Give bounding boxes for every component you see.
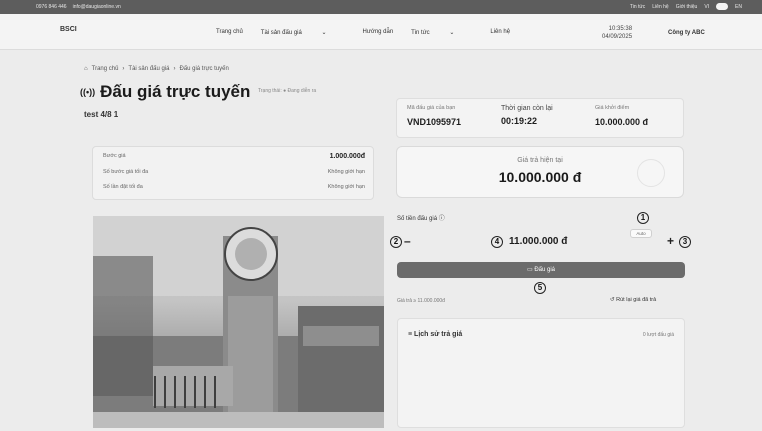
topbar-link-about[interactable]: Giới thiệu bbox=[676, 4, 698, 10]
bid-amount-label-text: Số tiền đấu giá bbox=[397, 216, 438, 222]
max-step-label: Số bước giá tối đa bbox=[103, 169, 149, 175]
language-toggle[interactable] bbox=[716, 3, 729, 10]
bid-amount-label: Số tiền đấu giá ⓘ bbox=[397, 213, 445, 222]
nav-news-label: Tin tức bbox=[411, 30, 430, 36]
home-icon: ⌂ bbox=[84, 66, 88, 72]
clock-watermark-icon bbox=[637, 159, 665, 187]
asset-photo[interactable] bbox=[93, 216, 384, 428]
bid-amount-value[interactable]: 11.000.000 đ bbox=[509, 236, 567, 247]
header-clock: 10:35:38 04/09/2025 bbox=[602, 25, 632, 41]
max-bids-label: Số lần đặt tối đa bbox=[103, 184, 143, 190]
site-logo[interactable]: BSCI bbox=[60, 26, 82, 38]
bid-code-label: Mã đấu giá của bạn bbox=[407, 105, 456, 111]
lang-en-toggle[interactable]: EN bbox=[735, 4, 742, 10]
live-signal-icon: ((•)) bbox=[80, 87, 96, 97]
step-value: 1.000.000đ bbox=[329, 153, 365, 160]
max-step-value: Không giới hạn bbox=[327, 169, 365, 175]
undo-icon: ↺ bbox=[610, 297, 615, 303]
annotation-marker-1: 1 bbox=[637, 212, 649, 224]
nav-home[interactable]: Trang chủ bbox=[216, 29, 243, 36]
chevron-right-icon: › bbox=[122, 66, 125, 72]
status-dot-icon: ● bbox=[283, 88, 287, 94]
rule-row-step: Bước giá 1.000.000đ bbox=[103, 153, 365, 160]
breadcrumb-assets[interactable]: Tài sản đấu giá bbox=[128, 66, 169, 72]
info-icon[interactable]: ⓘ bbox=[439, 216, 445, 222]
bid-history-count: 0 lượt đấu giá bbox=[642, 332, 674, 338]
lang-vi-toggle[interactable]: VI bbox=[704, 4, 709, 10]
status-value: Đang diễn ra bbox=[287, 88, 317, 94]
clock-time: 10:35:38 bbox=[608, 26, 633, 32]
breadcrumb: ⌂ Trang chủ › Tài sản đấu giá › Đấu giá … bbox=[84, 66, 229, 72]
clock-date: 04/09/2025 bbox=[602, 34, 633, 40]
chevron-right-icon: › bbox=[173, 66, 176, 72]
asset-name: test 4/8 1 bbox=[84, 110, 119, 119]
list-icon: ≡ bbox=[408, 331, 413, 338]
bid-history-title: ≡ Lịch sử trả giá bbox=[408, 331, 462, 338]
top-utility-bar: 0976 846 446 info@daugiaonline.vn Tin tứ… bbox=[0, 0, 762, 14]
bid-code-value: VND1095971 bbox=[407, 117, 462, 127]
rule-row-max-bids: Số lần đặt tối đa Không giới hạn bbox=[103, 184, 365, 190]
step-label: Bước giá bbox=[103, 153, 126, 159]
gavel-icon: ▭ bbox=[526, 267, 533, 273]
nav-guide[interactable]: Hướng dẫn bbox=[363, 29, 394, 36]
page-title-text: Đấu giá trực tuyến bbox=[100, 82, 251, 101]
annotation-marker-2: 2 bbox=[390, 236, 402, 248]
page-title: ((•)) Đấu giá trực tuyến bbox=[80, 82, 250, 102]
time-left-value: 00:19:22 bbox=[501, 116, 538, 126]
place-bid-button[interactable]: ▭ Đấu giá bbox=[397, 262, 685, 278]
chevron-down-icon: ⌄ bbox=[321, 30, 327, 36]
bid-code-col: Mã đấu giá của bạn VND1095971 bbox=[407, 105, 461, 127]
min-bid-hint: Giá trả ≥ 11.000.000đ bbox=[397, 298, 445, 304]
bid-rules-box: Bước giá 1.000.000đ Số bước giá tối đa K… bbox=[92, 146, 374, 200]
breadcrumb-current: Đấu giá trực tuyến bbox=[179, 66, 229, 72]
topbar-link-contact[interactable]: Liên hệ bbox=[652, 4, 668, 10]
nav-assets-label: Tài sản đấu giá bbox=[260, 30, 302, 36]
nav-news[interactable]: Tin tức ⌄ bbox=[411, 29, 472, 36]
start-price-value: 10.000.000 đ bbox=[595, 117, 649, 127]
main-header: BSCI Trang chủ Tài sản đấu giá ⌄ Hướng d… bbox=[0, 14, 762, 50]
chevron-down-icon: ⌄ bbox=[449, 30, 455, 36]
email-text[interactable]: info@daugiaonline.vn bbox=[73, 4, 121, 10]
time-left-label: Thời gian còn lại bbox=[501, 105, 553, 112]
max-bids-value: Không giới hạn bbox=[327, 184, 365, 190]
annotation-marker-4: 4 bbox=[491, 236, 503, 248]
user-company[interactable]: Công ty ABC bbox=[668, 30, 705, 36]
increase-bid-button[interactable]: + bbox=[667, 234, 674, 248]
start-price-col: Giá khởi điểm 10.000.000 đ bbox=[595, 105, 648, 127]
decrease-bid-button[interactable]: – bbox=[404, 234, 411, 248]
auction-status: Trạng thái: ● Đang diễn ra bbox=[258, 88, 316, 94]
start-price-label: Giá khởi điểm bbox=[595, 105, 630, 111]
time-left-col: Thời gian còn lại 00:19:22 bbox=[501, 105, 553, 126]
auction-info-box: Mã đấu giá của bạn VND1095971 Thời gian … bbox=[396, 98, 684, 138]
rule-row-max-step: Số bước giá tối đa Không giới hạn bbox=[103, 169, 365, 175]
bid-history-title-text: Lịch sử trả giá bbox=[414, 331, 463, 338]
nav-contact[interactable]: Liên hệ bbox=[490, 29, 510, 36]
nav-assets[interactable]: Tài sản đấu giá ⌄ bbox=[261, 29, 345, 36]
topbar-link-news[interactable]: Tin tức bbox=[630, 4, 645, 10]
withdraw-label: Rút lại giá đã trả bbox=[616, 297, 657, 303]
auto-bid-button[interactable]: Auto bbox=[630, 229, 652, 238]
place-bid-label: Đấu giá bbox=[534, 267, 556, 273]
status-label: Trạng thái: bbox=[258, 88, 282, 94]
annotation-marker-5: 5 bbox=[534, 282, 546, 294]
annotation-marker-3: 3 bbox=[679, 236, 691, 248]
asset-photo-illustration bbox=[93, 216, 384, 428]
bid-history-panel: ≡ Lịch sử trả giá 0 lượt đấu giá bbox=[397, 318, 685, 428]
withdraw-bid-button[interactable]: ↺ Rút lại giá đã trả bbox=[610, 297, 656, 303]
breadcrumb-home[interactable]: Trang chủ bbox=[92, 66, 119, 72]
main-nav: Trang chủ Tài sản đấu giá ⌄ Hướng dẫn Ti… bbox=[216, 29, 528, 36]
phone-text[interactable]: 0976 846 446 bbox=[36, 4, 67, 10]
current-price-box: Giá trả hiện tại 10.000.000 đ bbox=[396, 146, 684, 198]
